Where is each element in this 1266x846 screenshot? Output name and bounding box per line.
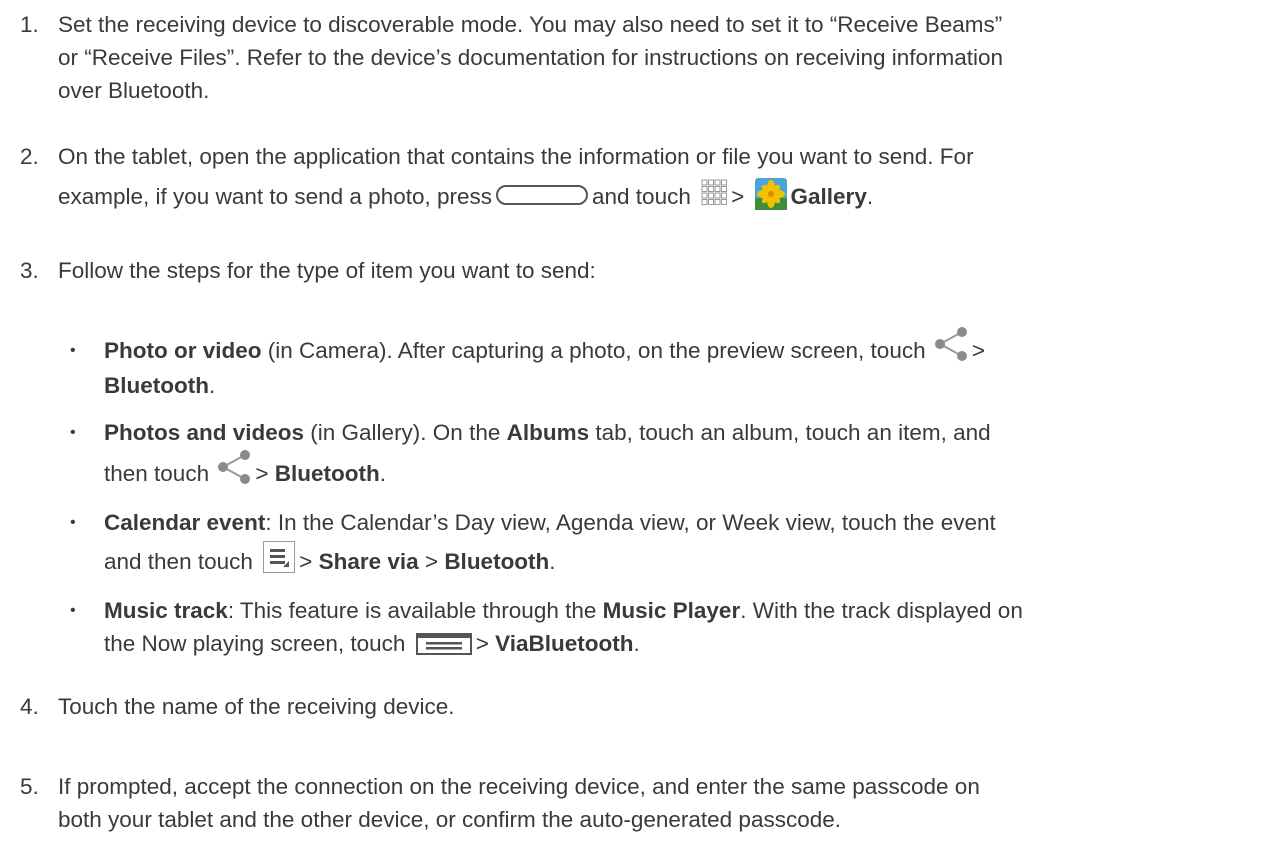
step-text: Touch the name of the receiving device.: [58, 694, 455, 719]
apps-grid-icon: [701, 179, 728, 206]
step-text: On the tablet, open the application that…: [58, 140, 1258, 214]
bullet-body: tab, touch an album, touch an item, and: [589, 420, 991, 445]
bullet-marker: •: [70, 342, 76, 359]
step-1-line-2: or “Receive Files”. Refer to the device’…: [58, 45, 1004, 70]
bullet-body: (in Gallery). On the: [304, 420, 507, 445]
step-number: 4.: [20, 694, 39, 719]
step-1-line-1: Set the receiving device to discoverable…: [58, 12, 1003, 37]
bullet-title: Calendar event: [104, 510, 266, 535]
step-number: 1.: [20, 12, 39, 37]
bluetooth-label: Bluetooth: [444, 549, 550, 574]
gallery-icon: [754, 178, 787, 211]
step-5-line-2: both your tablet and the other device, o…: [58, 807, 841, 832]
bullet-body: and then touch: [104, 549, 253, 574]
music-player-label: Music Player: [602, 598, 741, 623]
bullet-body: (in Camera). After capturing a photo, on…: [261, 338, 926, 363]
bullet-title: Music track: [104, 598, 228, 623]
step-text: If prompted, accept the connection on th…: [58, 770, 1258, 836]
bullet-4-line-2: the Now playing screen, touch > ViaBluet…: [104, 627, 1264, 660]
bullet-4-line-1: Music track: This feature is available t…: [104, 594, 1264, 627]
albums-label: Albums: [506, 420, 590, 445]
step-2-text: >: [731, 184, 745, 209]
bullet-body: >: [255, 461, 269, 486]
bullet-title: Photos and videos: [104, 420, 305, 445]
home-key-icon: [496, 185, 589, 206]
bullet-body: then touch: [104, 461, 210, 486]
bullet-body: . With the track displayed on: [740, 598, 1023, 623]
step-number: 5.: [20, 774, 39, 799]
viabluetooth-label: ViaBluetooth: [495, 631, 634, 656]
bullet-body: .: [633, 631, 640, 656]
step-2-line-1: On the tablet, open the application that…: [58, 144, 974, 169]
step-2-text: and touch: [592, 184, 691, 209]
bullet-body: >: [971, 338, 986, 363]
bullet-body: .: [549, 549, 556, 574]
share-icon: [934, 327, 970, 362]
bullet-2-line-1: Photos and videos (in Gallery). On the A…: [104, 416, 1264, 449]
step-2-text: .: [866, 184, 874, 209]
bullet-text: Photo or video (in Camera). After captur…: [104, 327, 1264, 402]
bullet-3-line-1: Calendar event: In the Calendar’s Day vi…: [104, 506, 1264, 539]
step-2-text: example, if you want to send a photo, pr…: [58, 184, 493, 209]
step-1-line-3: over Bluetooth.: [58, 78, 210, 103]
step-number: 2.: [20, 144, 39, 169]
step-number: 3.: [20, 258, 39, 283]
step-5-line-1: If prompted, accept the connection on th…: [58, 774, 980, 799]
bullet-marker: •: [70, 424, 76, 441]
bullet-text: Calendar event: In the Calendar’s Day vi…: [104, 506, 1264, 579]
bluetooth-label: Bluetooth: [274, 461, 380, 486]
bullet-text: Photos and videos (in Gallery). On the A…: [104, 416, 1264, 492]
step-text: Follow the steps for the type of item yo…: [58, 258, 596, 283]
bullet-2-line-2: then touch > Bluetooth.: [104, 450, 1264, 492]
bullet-body: .: [208, 373, 216, 399]
share-icon: [217, 450, 253, 485]
bullet-body: : In the Calendar’s Day view, Agenda vie…: [265, 510, 996, 535]
menu-icon: [263, 541, 296, 574]
bullet-marker: •: [70, 602, 76, 619]
bluetooth-label: Bluetooth: [104, 373, 209, 399]
share-via-label: Share via: [318, 549, 419, 574]
bullet-marker: •: [70, 514, 76, 531]
bullet-1-line-2: Bluetooth.: [104, 369, 1264, 402]
bullet-body: >: [475, 631, 489, 656]
step-2-line-2: example, if you want to send a photo, pr…: [58, 178, 1258, 214]
bullet-body: .: [379, 461, 387, 486]
bullet-1-line-1: Photo or video (in Camera). After captur…: [104, 327, 1264, 369]
menu-bar-icon: [415, 631, 472, 656]
gallery-label: Gallery: [790, 184, 867, 209]
bullet-title: Photo or video: [104, 338, 262, 363]
step-text: Set the receiving device to discoverable…: [58, 8, 1258, 107]
bullet-body: : This feature is available through the: [227, 598, 603, 623]
bullet-body: the Now playing screen, touch: [104, 631, 406, 656]
bullet-body: >: [299, 549, 313, 574]
bullet-3-line-2: and then touch > Share via > Bluetooth.: [104, 541, 1264, 579]
bullet-text: Music track: This feature is available t…: [104, 594, 1264, 660]
bullet-body: >: [424, 549, 439, 574]
